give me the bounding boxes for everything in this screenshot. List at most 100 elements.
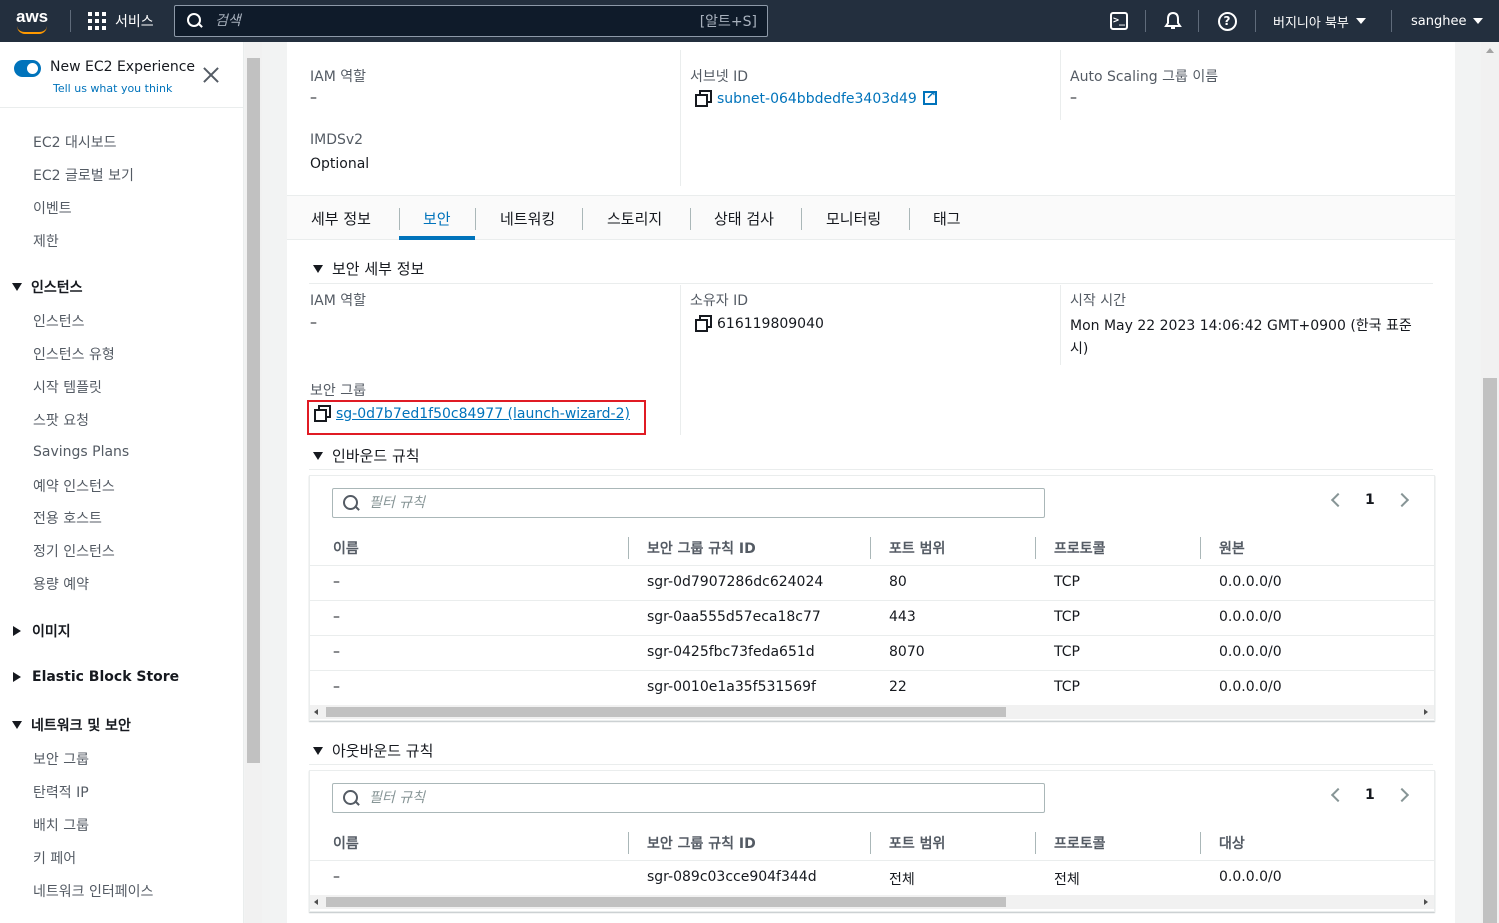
- column-header-name[interactable]: 이름: [333, 833, 359, 853]
- sidebar-section-instances[interactable]: 인스턴스: [12, 277, 83, 297]
- scroll-up-icon[interactable]: [1486, 48, 1494, 53]
- region-selector[interactable]: 버지니아 북부: [1273, 0, 1366, 42]
- row-divider: [310, 600, 1434, 601]
- sidebar-item-security-groups[interactable]: 보안 그룹: [33, 749, 89, 769]
- new-experience-toggle[interactable]: [14, 60, 41, 77]
- tab-storage[interactable]: 스토리지: [607, 208, 662, 229]
- inbound-rules-header[interactable]: 인바운드 규칙: [313, 445, 420, 466]
- security-details-header[interactable]: 보안 세부 정보: [313, 258, 424, 279]
- sidebar-item-spot-requests[interactable]: 스팟 요청: [33, 410, 89, 430]
- close-icon[interactable]: [202, 66, 220, 84]
- services-menu-button[interactable]: 서비스: [88, 0, 154, 42]
- sidebar-scrollbar[interactable]: [245, 42, 262, 923]
- scrollbar-thumb[interactable]: [247, 58, 260, 763]
- sidebar-item-launch-templates[interactable]: 시작 템플릿: [33, 377, 102, 397]
- sidebar-item-savings-plans[interactable]: Savings Plans: [33, 444, 129, 460]
- outbound-filter-input[interactable]: [369, 790, 1044, 806]
- column-divider[interactable]: [628, 832, 629, 854]
- page-number[interactable]: 1: [1365, 787, 1375, 803]
- sidebar-item-instances[interactable]: 인스턴스: [33, 311, 85, 331]
- sidebar-item-placement-groups[interactable]: 배치 그룹: [33, 815, 89, 835]
- main-scrollbar[interactable]: [1481, 42, 1499, 923]
- help-button[interactable]: ?: [1216, 10, 1238, 32]
- sidebar-item-instance-types[interactable]: 인스턴스 유형: [33, 344, 115, 364]
- outbound-rules-header[interactable]: 아웃바운드 규칙: [313, 740, 433, 761]
- section-label: Elastic Block Store: [32, 669, 180, 685]
- sidebar-item-dedicated-hosts[interactable]: 전용 호스트: [33, 508, 102, 528]
- cloudshell-button[interactable]: >_: [1108, 10, 1130, 32]
- column-header-port-range[interactable]: 포트 범위: [889, 538, 945, 558]
- horizontal-scrollbar[interactable]: [310, 705, 1434, 719]
- imdsv2-label: IMDSv2: [310, 132, 364, 148]
- tab-security[interactable]: 보안: [423, 208, 451, 229]
- feedback-link[interactable]: Tell us what you think: [53, 82, 172, 95]
- column-divider[interactable]: [1200, 832, 1201, 854]
- horizontal-scrollbar[interactable]: [310, 895, 1434, 909]
- outbound-pagination: 1: [1330, 787, 1409, 803]
- sidebar-item-elastic-ips[interactable]: 탄력적 IP: [33, 782, 89, 802]
- global-search[interactable]: [알트+S]: [174, 5, 768, 37]
- column-header-protocol[interactable]: 프로토콜: [1054, 833, 1106, 853]
- notifications-button[interactable]: [1162, 10, 1184, 32]
- account-menu[interactable]: sanghee: [1411, 0, 1484, 42]
- scrollbar-thumb[interactable]: [1483, 378, 1497, 923]
- chevron-left-icon[interactable]: [1330, 492, 1346, 508]
- column-header-source[interactable]: 원본: [1219, 538, 1245, 558]
- sidebar-item-reserved-instances[interactable]: 예약 인스턴스: [33, 476, 115, 496]
- search-icon: [187, 13, 203, 29]
- chevron-right-icon[interactable]: [1394, 492, 1409, 508]
- tab-networking[interactable]: 네트워킹: [500, 208, 555, 229]
- outbound-rules-table: 1 이름 보안 그룹 규칙 ID 포트 범위 프로토콜 대상 – sgr-089…: [309, 770, 1435, 912]
- scrollbar-thumb[interactable]: [326, 707, 1006, 717]
- scrollbar-thumb[interactable]: [326, 897, 1006, 907]
- column-header-name[interactable]: 이름: [333, 538, 359, 558]
- account-username: sanghee: [1411, 13, 1467, 29]
- sidebar-item-ec2-dashboard[interactable]: EC2 대시보드: [33, 132, 117, 152]
- column-header-protocol[interactable]: 프로토콜: [1054, 538, 1106, 558]
- inbound-filter-input[interactable]: [369, 495, 1044, 511]
- column-divider[interactable]: [1200, 537, 1201, 559]
- sidebar-item-capacity-reservations[interactable]: 용량 예약: [33, 574, 89, 594]
- scroll-right-icon[interactable]: [1424, 709, 1428, 715]
- sidebar-item-limits[interactable]: 제한: [33, 231, 59, 251]
- copy-icon[interactable]: [695, 315, 712, 332]
- scroll-left-icon[interactable]: [314, 709, 318, 715]
- column-divider[interactable]: [628, 537, 629, 559]
- sidebar-item-network-interfaces[interactable]: 네트워크 인터페이스: [33, 881, 153, 901]
- copy-icon[interactable]: [695, 90, 712, 107]
- tab-monitoring[interactable]: 모니터링: [826, 208, 881, 229]
- column-divider[interactable]: [1035, 537, 1036, 559]
- sidebar-section-network-security[interactable]: 네트워크 및 보안: [12, 715, 131, 735]
- outbound-filter[interactable]: [332, 783, 1045, 813]
- column-header-port-range[interactable]: 포트 범위: [889, 833, 945, 853]
- tab-tags[interactable]: 태그: [933, 208, 961, 229]
- chevron-left-icon[interactable]: [1330, 787, 1346, 803]
- scroll-left-icon[interactable]: [314, 899, 318, 905]
- sidebar-item-key-pairs[interactable]: 키 페어: [33, 848, 76, 868]
- column-divider[interactable]: [870, 537, 871, 559]
- tab-details[interactable]: 세부 정보: [311, 208, 371, 229]
- sidebar-divider: [0, 107, 244, 108]
- sidebar-item-ec2-global-view[interactable]: EC2 글로벌 보기: [33, 165, 134, 185]
- sidebar-section-images[interactable]: 이미지: [12, 621, 71, 641]
- column-divider[interactable]: [870, 832, 871, 854]
- sidebar-section-ebs[interactable]: Elastic Block Store: [12, 669, 179, 685]
- subnet-id-link[interactable]: subnet-064bbdedfe3403d49: [695, 88, 937, 107]
- column-header-rule-id[interactable]: 보안 그룹 규칙 ID: [647, 833, 756, 853]
- search-input[interactable]: [215, 13, 700, 29]
- sidebar-item-events[interactable]: 이벤트: [33, 198, 72, 218]
- tab-divider: [690, 208, 691, 230]
- column-divider: [1060, 285, 1061, 365]
- search-icon: [343, 790, 359, 806]
- tab-status-checks[interactable]: 상태 검사: [714, 208, 774, 229]
- chevron-right-icon[interactable]: [1394, 787, 1409, 803]
- scroll-right-icon[interactable]: [1424, 899, 1428, 905]
- aws-logo[interactable]: aws: [14, 6, 54, 36]
- sidebar-item-scheduled-instances[interactable]: 정기 인스턴스: [33, 541, 115, 561]
- row-divider: [310, 860, 1434, 861]
- page-number[interactable]: 1: [1365, 492, 1375, 508]
- inbound-filter[interactable]: [332, 488, 1045, 518]
- column-header-rule-id[interactable]: 보안 그룹 규칙 ID: [647, 538, 756, 558]
- column-header-destination[interactable]: 대상: [1219, 833, 1245, 853]
- column-divider[interactable]: [1035, 832, 1036, 854]
